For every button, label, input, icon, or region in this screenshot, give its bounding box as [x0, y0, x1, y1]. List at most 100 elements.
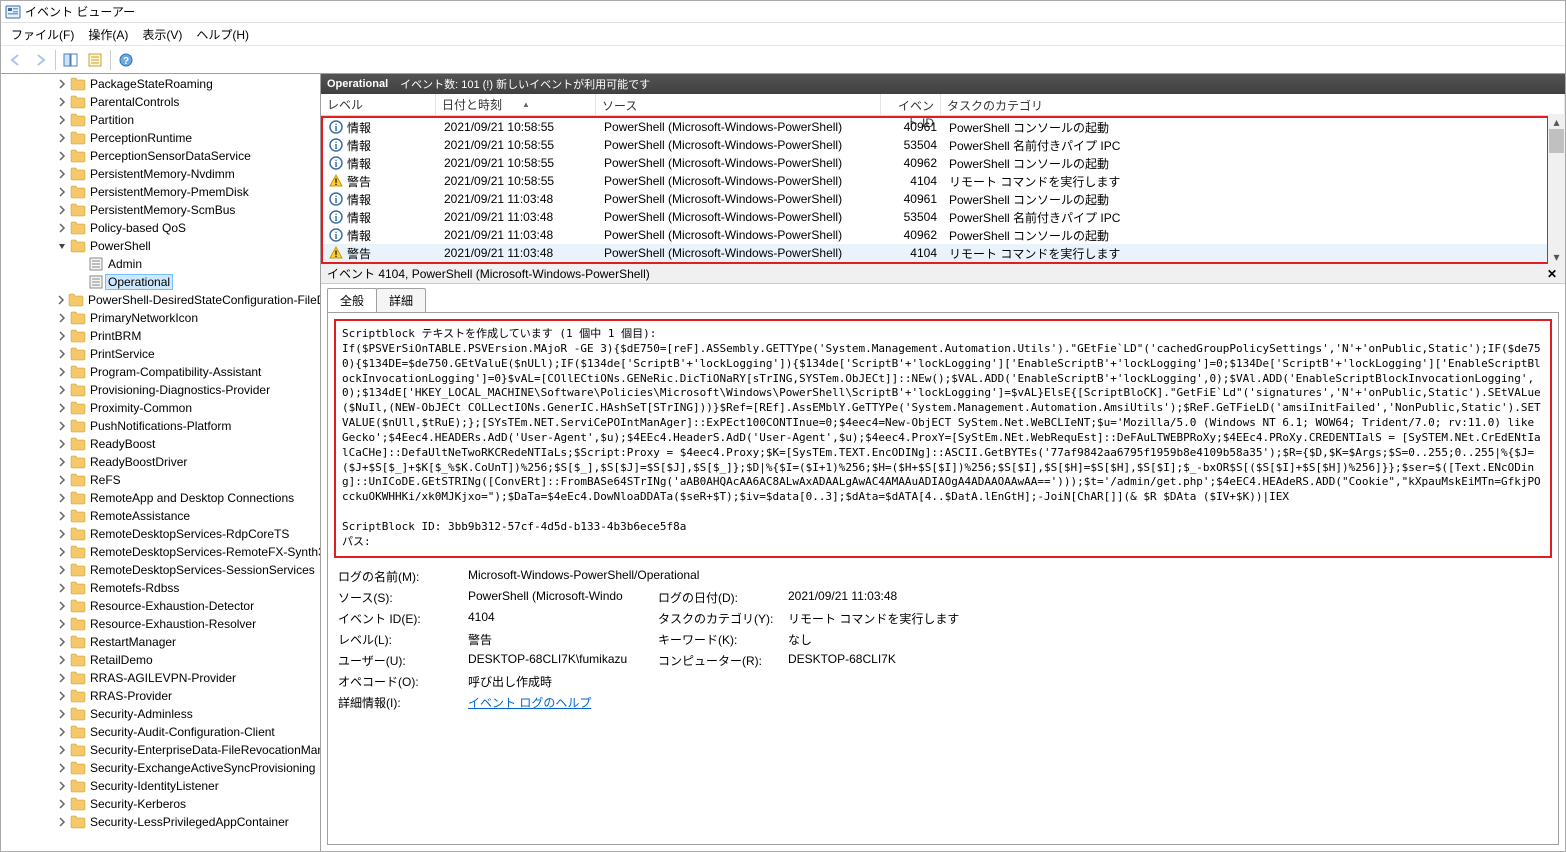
tree-item[interactable]: PowerShell-DesiredStateConfiguration-Fil…: [56, 291, 321, 309]
chevron-right-icon[interactable]: [56, 492, 68, 504]
chevron-right-icon[interactable]: [56, 510, 68, 522]
tree-item[interactable]: PersistentMemory-ScmBus: [56, 201, 321, 219]
tree-item[interactable]: Security-Adminless: [56, 705, 321, 723]
event-row[interactable]: i情報2021/09/21 11:03:48PowerShell (Micros…: [323, 226, 1547, 244]
tree-item[interactable]: ReadyBoost: [56, 435, 321, 453]
back-button[interactable]: [5, 49, 27, 71]
tree-item[interactable]: Security-Audit-Configuration-Client: [56, 723, 321, 741]
chevron-right-icon[interactable]: [56, 366, 68, 378]
event-row[interactable]: i情報2021/09/21 10:58:55PowerShell (Micros…: [323, 136, 1547, 154]
chevron-right-icon[interactable]: [56, 330, 68, 342]
chevron-right-icon[interactable]: [56, 816, 68, 828]
help-button[interactable]: ?: [115, 49, 137, 71]
event-list[interactable]: i情報2021/09/21 10:58:55PowerShell (Micros…: [321, 116, 1549, 264]
chevron-right-icon[interactable]: [56, 780, 68, 792]
tree-item[interactable]: Provisioning-Diagnostics-Provider: [56, 381, 321, 399]
chevron-right-icon[interactable]: [56, 636, 68, 648]
chevron-right-icon[interactable]: [56, 78, 68, 90]
chevron-right-icon[interactable]: [56, 294, 66, 306]
tree-item[interactable]: PrintBRM: [56, 327, 321, 345]
event-row[interactable]: !警告2021/09/21 11:03:48PowerShell (Micros…: [323, 244, 1547, 262]
tree-item[interactable]: PrintService: [56, 345, 321, 363]
tree-item[interactable]: PackageStateRoaming: [56, 75, 321, 93]
chevron-right-icon[interactable]: [56, 438, 68, 450]
chevron-right-icon[interactable]: [56, 762, 68, 774]
chevron-right-icon[interactable]: [56, 186, 68, 198]
chevron-right-icon[interactable]: [56, 150, 68, 162]
chevron-right-icon[interactable]: [56, 96, 68, 108]
tree-item[interactable]: RetailDemo: [56, 651, 321, 669]
tree-item[interactable]: ReadyBoostDriver: [56, 453, 321, 471]
tab-general[interactable]: 全般: [327, 288, 377, 312]
chevron-right-icon[interactable]: [56, 456, 68, 468]
chevron-right-icon[interactable]: [56, 204, 68, 216]
tree-item[interactable]: Program-Compatibility-Assistant: [56, 363, 321, 381]
chevron-right-icon[interactable]: [56, 222, 68, 234]
event-row[interactable]: i情報2021/09/21 10:58:55PowerShell (Micros…: [323, 118, 1547, 136]
col-category[interactable]: タスクのカテゴリ: [941, 94, 1565, 115]
tree-item[interactable]: PrimaryNetworkIcon: [56, 309, 321, 327]
tree-item[interactable]: PersistentMemory-Nvdimm: [56, 165, 321, 183]
col-eventid[interactable]: イベント ID: [881, 94, 941, 115]
event-row[interactable]: i情報2021/09/21 11:03:48PowerShell (Micros…: [323, 190, 1547, 208]
event-row[interactable]: !警告2021/09/21 10:58:55PowerShell (Micros…: [323, 172, 1547, 190]
tree-item[interactable]: Resource-Exhaustion-Detector: [56, 597, 321, 615]
chevron-right-icon[interactable]: [56, 528, 68, 540]
tree-item[interactable]: Proximity-Common: [56, 399, 321, 417]
tree-item[interactable]: RRAS-Provider: [56, 687, 321, 705]
scriptblock-text[interactable]: Scriptblock テキストを作成しています (1 個中 1 個目): If…: [334, 319, 1552, 558]
tree-item[interactable]: PerceptionRuntime: [56, 129, 321, 147]
chevron-right-icon[interactable]: [56, 798, 68, 810]
event-log-help-link[interactable]: イベント ログのヘルプ: [468, 696, 591, 710]
tree-item[interactable]: Operational: [74, 273, 321, 291]
menu-file[interactable]: ファイル(F): [5, 24, 80, 45]
tree-item[interactable]: Policy-based QoS: [56, 219, 321, 237]
chevron-right-icon[interactable]: [56, 708, 68, 720]
tree-item[interactable]: Security-EnterpriseData-FileRevocationMa…: [56, 741, 321, 759]
tree-item[interactable]: RemoteApp and Desktop Connections: [56, 489, 321, 507]
tree-item[interactable]: Security-Kerberos: [56, 795, 321, 813]
chevron-right-icon[interactable]: [56, 384, 68, 396]
tab-details[interactable]: 詳細: [376, 288, 426, 312]
menu-view[interactable]: 表示(V): [136, 24, 188, 45]
tree-item[interactable]: Security-LessPrivilegedAppContainer: [56, 813, 321, 831]
tree-item[interactable]: Admin: [74, 255, 321, 273]
chevron-right-icon[interactable]: [56, 312, 68, 324]
show-hide-tree-button[interactable]: [60, 49, 82, 71]
tree-item[interactable]: RemoteDesktopServices-SessionServices: [56, 561, 321, 579]
tree-item[interactable]: RRAS-AGILEVPN-Provider: [56, 669, 321, 687]
tree-item[interactable]: PowerShell: [56, 237, 321, 255]
chevron-right-icon[interactable]: [56, 114, 68, 126]
chevron-right-icon[interactable]: [56, 744, 68, 756]
chevron-right-icon[interactable]: [56, 654, 68, 666]
chevron-right-icon[interactable]: [56, 726, 68, 738]
col-datetime[interactable]: 日付と時刻▲: [436, 94, 596, 115]
chevron-right-icon[interactable]: [56, 690, 68, 702]
event-row[interactable]: i情報2021/09/21 11:03:48PowerShell (Micros…: [323, 208, 1547, 226]
tree-item[interactable]: Resource-Exhaustion-Resolver: [56, 615, 321, 633]
col-source[interactable]: ソース: [596, 94, 881, 115]
menu-help[interactable]: ヘルプ(H): [190, 24, 255, 45]
event-row[interactable]: i情報2021/09/21 10:58:55PowerShell (Micros…: [323, 154, 1547, 172]
tree-pane[interactable]: PackageStateRoamingParentalControlsParti…: [1, 74, 321, 851]
chevron-right-icon[interactable]: [56, 420, 68, 432]
chevron-down-icon[interactable]: [56, 240, 68, 252]
forward-button[interactable]: [29, 49, 51, 71]
chevron-right-icon[interactable]: [56, 672, 68, 684]
tree-item[interactable]: Remotefs-Rdbss: [56, 579, 321, 597]
chevron-right-icon[interactable]: [56, 402, 68, 414]
tree-item[interactable]: Security-IdentityListener: [56, 777, 321, 795]
tree-item[interactable]: RemoteDesktopServices-RemoteFX-Synth3dvs…: [56, 543, 321, 561]
event-list-scrollbar[interactable]: ▴▾: [1548, 114, 1565, 264]
col-level[interactable]: レベル: [321, 94, 436, 115]
tree-item[interactable]: PushNotifications-Platform: [56, 417, 321, 435]
tree-item[interactable]: PersistentMemory-PmemDisk: [56, 183, 321, 201]
tree-item[interactable]: RemoteAssistance: [56, 507, 321, 525]
chevron-right-icon[interactable]: [56, 474, 68, 486]
tree-item[interactable]: ReFS: [56, 471, 321, 489]
chevron-right-icon[interactable]: [56, 348, 68, 360]
chevron-right-icon[interactable]: [56, 168, 68, 180]
tree-item[interactable]: Partition: [56, 111, 321, 129]
properties-button[interactable]: [84, 49, 106, 71]
close-detail-button[interactable]: ✕: [1545, 267, 1559, 281]
